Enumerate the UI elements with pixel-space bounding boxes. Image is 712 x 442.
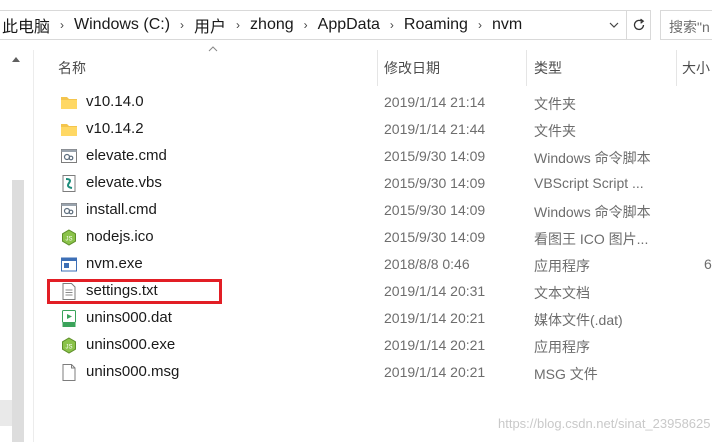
file-date: 2019/1/14 20:21 <box>384 337 486 353</box>
file-date: 2015/9/30 14:09 <box>384 202 486 218</box>
refresh-icon[interactable] <box>626 11 651 39</box>
file-name: v10.14.0 <box>86 93 144 110</box>
svg-text:JS: JS <box>65 237 72 243</box>
file-name: elevate.vbs <box>86 174 162 191</box>
breadcrumb-this-pc[interactable]: 此电脑 <box>0 13 52 37</box>
file-type: 文件夹 <box>534 96 576 112</box>
breadcrumb-appdata[interactable]: AppData <box>316 16 382 34</box>
file-type: 看图王 ICO 图片... <box>534 231 649 247</box>
breadcrumb-nvm[interactable]: nvm <box>490 16 524 34</box>
highlight-annotation-box <box>47 279 222 304</box>
address-bar[interactable]: 此电脑 › Windows (C:) › 用户 › zhong › AppDat… <box>0 10 651 40</box>
file-row[interactable]: nvm.exe 2018/8/8 0:46 应用程序 6 <box>34 251 712 278</box>
exe-window-icon <box>60 255 78 274</box>
folder-icon <box>60 93 78 112</box>
file-name: elevate.cmd <box>86 147 167 164</box>
file-row[interactable]: v10.14.2 2019/1/14 21:44 文件夹 <box>34 116 712 143</box>
media-file-icon <box>60 309 78 328</box>
folder-icon <box>60 120 78 139</box>
file-name: unins000.exe <box>86 336 176 353</box>
cmd-script-icon <box>60 201 78 220</box>
file-name: nodejs.ico <box>86 228 154 245</box>
cmd-script-icon <box>60 147 78 166</box>
watermark-text: https://blog.csdn.net/sinat_23958625 <box>498 416 711 431</box>
file-name: unins000.msg <box>86 363 180 380</box>
breadcrumb-separator-icon[interactable]: › <box>382 18 402 32</box>
navigation-pane-item[interactable] <box>0 400 12 426</box>
breadcrumb-separator-icon[interactable]: › <box>228 18 248 32</box>
breadcrumb-separator-icon[interactable]: › <box>296 18 316 32</box>
address-row: 此电脑 › Windows (C:) › 用户 › zhong › AppDat… <box>0 0 712 50</box>
breadcrumb-separator-icon[interactable]: › <box>52 18 72 32</box>
navigation-scrollbar[interactable] <box>12 180 24 442</box>
file-type: 媒体文件(.dat) <box>534 312 623 328</box>
file-type: Windows 命令脚本 <box>534 150 651 166</box>
file-date: 2019/1/14 20:21 <box>384 310 486 326</box>
column-header-name[interactable]: 名称 <box>58 50 378 86</box>
file-size: 6 <box>704 256 712 272</box>
column-divider[interactable] <box>676 50 677 86</box>
file-name: v10.14.2 <box>86 120 144 137</box>
column-header-size[interactable]: 大小 <box>682 50 712 86</box>
scroll-up-arrow-icon[interactable] <box>0 50 31 68</box>
breadcrumb-windows-c[interactable]: Windows (C:) <box>72 16 172 34</box>
file-row[interactable]: unins000.dat 2019/1/14 20:21 媒体文件(.dat) <box>34 305 712 332</box>
search-input[interactable]: 搜索"n <box>660 10 712 40</box>
file-type: Windows 命令脚本 <box>534 204 651 220</box>
column-header-type[interactable]: 类型 <box>534 50 674 86</box>
file-type: 文件夹 <box>534 123 576 139</box>
file-type: 文本文档 <box>534 285 590 301</box>
svg-text:JS: JS <box>65 345 72 351</box>
file-date: 2019/1/14 20:21 <box>384 364 486 380</box>
breadcrumb-zhong[interactable]: zhong <box>248 16 296 34</box>
nodejs-icon: JS <box>60 228 78 247</box>
file-type: VBScript Script ... <box>534 175 644 191</box>
file-type: MSG 文件 <box>534 366 598 382</box>
nodejs-installer-icon: JS <box>60 336 78 355</box>
file-row[interactable]: elevate.cmd 2015/9/30 14:09 Windows 命令脚本 <box>34 143 712 170</box>
column-divider[interactable] <box>526 50 527 86</box>
vbs-script-icon <box>60 174 78 193</box>
column-header-date[interactable]: 修改日期 <box>384 50 524 86</box>
file-date: 2015/9/30 14:09 <box>384 229 486 245</box>
breadcrumb: 此电脑 › Windows (C:) › 用户 › zhong › AppDat… <box>0 11 524 39</box>
file-type: 应用程序 <box>534 258 590 274</box>
file-name: nvm.exe <box>86 255 143 272</box>
file-date: 2019/1/14 21:44 <box>384 121 486 137</box>
breadcrumb-users[interactable]: 用户 <box>192 13 228 37</box>
column-divider[interactable] <box>377 50 378 86</box>
navigation-pane <box>0 50 34 442</box>
file-row[interactable]: elevate.vbs 2015/9/30 14:09 VBScript Scr… <box>34 170 712 197</box>
blank-file-icon <box>60 363 78 382</box>
breadcrumb-roaming[interactable]: Roaming <box>402 16 470 34</box>
file-date: 2019/1/14 21:14 <box>384 94 486 110</box>
file-row[interactable]: JS nodejs.ico 2015/9/30 14:09 看图王 ICO 图片… <box>34 224 712 251</box>
file-date: 2018/8/8 0:46 <box>384 256 470 272</box>
file-row[interactable]: install.cmd 2015/9/30 14:09 Windows 命令脚本 <box>34 197 712 224</box>
breadcrumb-separator-icon[interactable]: › <box>470 18 490 32</box>
file-date: 2015/9/30 14:09 <box>384 148 486 164</box>
file-name: install.cmd <box>86 201 157 218</box>
breadcrumb-separator-icon[interactable]: › <box>172 18 192 32</box>
file-row[interactable]: JS unins000.exe 2019/1/14 20:21 应用程序 <box>34 332 712 359</box>
file-date: 2015/9/30 14:09 <box>384 175 486 191</box>
file-name: unins000.dat <box>86 309 172 326</box>
file-row[interactable]: v10.14.0 2019/1/14 21:14 文件夹 <box>34 89 712 116</box>
file-type: 应用程序 <box>534 339 590 355</box>
file-row[interactable]: unins000.msg 2019/1/14 20:21 MSG 文件 <box>34 359 712 386</box>
file-date: 2019/1/14 20:31 <box>384 283 486 299</box>
chevron-down-icon[interactable] <box>603 11 625 39</box>
